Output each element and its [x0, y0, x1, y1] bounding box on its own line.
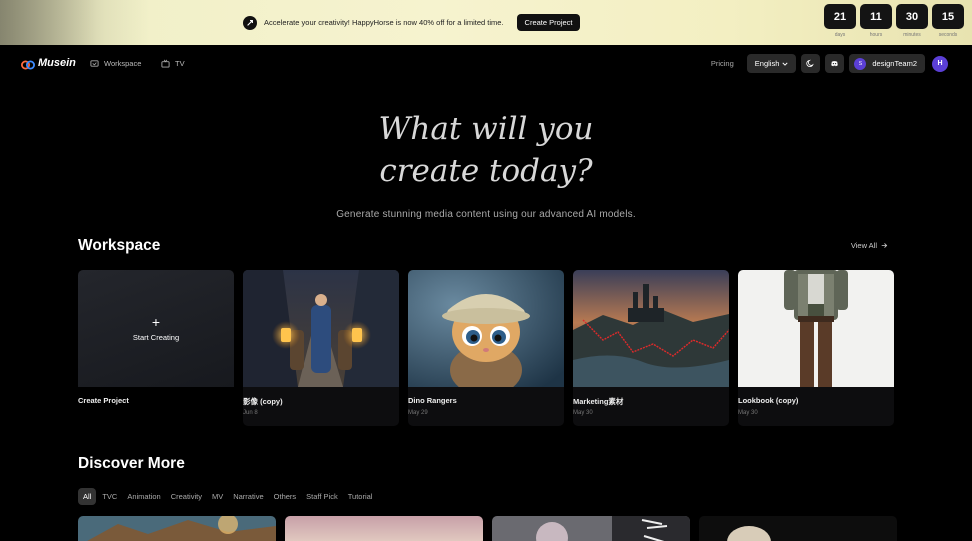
tab-tutorial[interactable]: Tutorial — [344, 488, 377, 505]
countdown-timer: 21 days 11 hours 30 minutes 15 seconds — [824, 4, 964, 38]
project-card[interactable]: 影像 (copy) Jun 8 — [243, 270, 399, 426]
create-thumb[interactable]: + Start Creating — [78, 270, 234, 387]
discover-grid — [78, 516, 897, 541]
nav-tv-label: TV — [175, 59, 185, 68]
promo-text: Accelerate your creativity! HappyHorse i… — [264, 18, 504, 27]
project-card[interactable]: Dino Rangers May 29 — [408, 270, 564, 426]
discover-card[interactable] — [492, 516, 690, 541]
promo-icon — [243, 15, 257, 30]
tab-all[interactable]: All — [78, 488, 97, 505]
card-date: Jun 8 — [243, 410, 258, 416]
project-thumbnail — [738, 270, 894, 387]
project-card[interactable]: Lookbook (copy) May 30 — [738, 270, 894, 426]
card-title: Lookbook (copy) — [738, 396, 799, 405]
countdown-value: 15 — [932, 4, 964, 29]
top-nav: Musein Workspace TV Pricing English S de… — [0, 45, 972, 83]
logo[interactable]: Musein — [21, 57, 76, 70]
card-title: Marketing素材 — [573, 397, 624, 406]
nav-actions: Pricing English S designTeam2 H — [711, 54, 948, 73]
tab-others[interactable]: Others — [270, 488, 301, 505]
project-thumbnail — [243, 270, 399, 387]
discover-tabs: All TVC Animation Creativity MV Narrativ… — [78, 488, 378, 505]
card-date: May 30 — [738, 410, 758, 416]
tab-staff-pick[interactable]: Staff Pick — [302, 488, 342, 505]
project-thumbnail — [573, 270, 729, 387]
moon-icon — [806, 59, 815, 67]
team-name: designTeam2 — [872, 59, 917, 68]
workspace-title: Workspace — [78, 237, 161, 254]
nav-tv-link[interactable]: TV — [161, 59, 185, 68]
project-thumbnail — [408, 270, 564, 387]
user-avatar[interactable]: H — [932, 55, 948, 72]
logo-icon — [21, 57, 35, 70]
hero-title-line2: create today? — [379, 153, 593, 189]
tab-narrative[interactable]: Narrative — [229, 488, 267, 505]
workspace-cards: + Start Creating Create Project 影像 (copy… — [78, 270, 894, 426]
tab-creativity[interactable]: Creativity — [167, 488, 206, 505]
countdown-value: 11 — [860, 4, 892, 29]
banner-create-project-button[interactable]: Create Project — [516, 14, 581, 31]
countdown-label: seconds — [938, 32, 958, 38]
tab-tvc[interactable]: TVC — [98, 488, 121, 505]
language-label: English — [754, 59, 780, 68]
create-project-card[interactable]: + Start Creating Create Project — [78, 270, 234, 426]
discover-card[interactable] — [285, 516, 483, 541]
view-all-link[interactable]: View All — [851, 241, 888, 250]
countdown-label: minutes — [903, 32, 921, 38]
card-date: May 30 — [573, 410, 593, 416]
tv-icon — [161, 59, 170, 68]
hero-title: What will you create today? — [0, 108, 972, 192]
discover-card[interactable] — [78, 516, 276, 541]
card-title: 影像 (copy) — [243, 397, 283, 406]
chevron-down-icon — [782, 62, 788, 66]
countdown-value: 30 — [896, 4, 928, 29]
tab-animation[interactable]: Animation — [123, 488, 164, 505]
hero-subtitle: Generate stunning media content using ou… — [336, 209, 636, 220]
tab-mv[interactable]: MV — [208, 488, 227, 505]
countdown-hours: 11 hours — [860, 4, 892, 38]
discover-title: Discover More — [78, 455, 185, 472]
logo-text: Musein — [38, 57, 76, 69]
discover-card[interactable] — [699, 516, 897, 541]
workspace-icon — [90, 60, 99, 67]
card-title: Create Project — [78, 396, 129, 405]
card-title: Dino Rangers — [408, 396, 457, 405]
countdown-seconds: 15 seconds — [932, 4, 964, 38]
theme-toggle-button[interactable] — [801, 54, 821, 73]
countdown-days: 21 days — [824, 4, 856, 38]
countdown-label: hours — [869, 32, 883, 38]
discord-icon — [831, 61, 839, 67]
view-all-label: View All — [850, 241, 877, 250]
card-date: May 29 — [408, 410, 428, 416]
banner-decoration — [0, 0, 150, 45]
promo-banner: Accelerate your creativity! HappyHorse i… — [0, 0, 972, 45]
countdown-minutes: 30 minutes — [896, 4, 928, 38]
plus-icon: + — [151, 314, 161, 330]
team-avatar: S — [854, 57, 867, 70]
pricing-link[interactable]: Pricing — [711, 59, 734, 68]
nav-workspace-link[interactable]: Workspace — [90, 59, 141, 68]
project-card[interactable]: Marketing素材 May 30 — [573, 270, 729, 426]
hero-title-line1: What will you — [378, 111, 594, 147]
discord-button[interactable] — [825, 54, 845, 73]
countdown-value: 21 — [824, 4, 856, 29]
countdown-label: days — [834, 32, 846, 38]
language-select[interactable]: English — [746, 54, 797, 73]
nav-workspace-label: Workspace — [104, 59, 142, 68]
team-switcher[interactable]: S designTeam2 — [849, 54, 925, 73]
promo-message: Accelerate your creativity! HappyHorse i… — [243, 14, 581, 31]
start-creating-label: Start Creating — [132, 333, 180, 342]
arrow-right-icon — [881, 243, 888, 248]
